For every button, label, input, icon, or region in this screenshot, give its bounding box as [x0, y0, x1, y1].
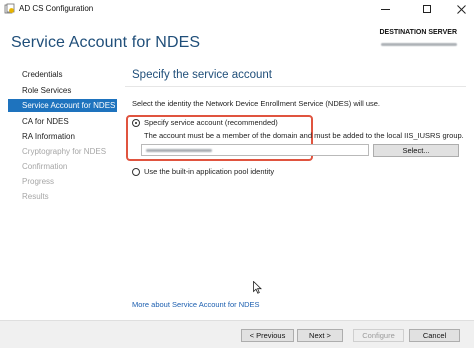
minimize-icon	[380, 8, 390, 10]
builtin-identity-label[interactable]: Use the built-in application pool identi…	[144, 167, 274, 176]
next-button[interactable]: Next >	[297, 329, 343, 342]
title-divider	[125, 86, 466, 87]
maximize-button[interactable]	[412, 0, 442, 18]
account-name-redacted	[146, 149, 212, 152]
previous-button[interactable]: < Previous	[241, 329, 294, 342]
cancel-button[interactable]: Cancel	[409, 329, 460, 342]
wizard-content: Specify the service account Select the i…	[118, 64, 474, 320]
ad-cs-icon	[4, 3, 15, 14]
service-account-field[interactable]	[141, 144, 369, 156]
sidebar-item-results: Results	[22, 192, 49, 201]
account-requirement-note: The account must be a member of the doma…	[144, 131, 464, 140]
sidebar-item-cryptography: Cryptography for NDES	[22, 147, 107, 156]
sidebar-item-role-services[interactable]: Role Services	[8, 84, 117, 97]
section-title: Specify the service account	[132, 69, 272, 81]
close-icon	[456, 4, 466, 14]
maximize-icon	[423, 5, 431, 13]
window-title: AD CS Configuration	[19, 4, 94, 13]
sidebar-item-confirmation: Confirmation	[22, 162, 68, 171]
specify-account-label[interactable]: Specify service account (recommended)	[144, 118, 278, 127]
minimize-button[interactable]	[370, 0, 400, 18]
sidebar-item-ra-information[interactable]: RA Information	[8, 130, 117, 143]
sidebar-item-ca-for-ndes[interactable]: CA for NDES	[8, 115, 117, 128]
sidebar-item-credentials[interactable]: Credentials	[8, 68, 117, 81]
page-title: Service Account for NDES	[11, 34, 201, 51]
sidebar-item-service-account[interactable]: Service Account for NDES	[8, 99, 117, 112]
builtin-identity-radio[interactable]	[132, 168, 140, 176]
destination-server-name-redacted	[381, 40, 457, 49]
configure-button: Configure	[353, 329, 404, 342]
wizard-header: Service Account for NDES DESTINATION SER…	[0, 18, 474, 64]
window-titlebar: AD CS Configuration	[0, 0, 474, 18]
destination-server-label: DESTINATION SERVER	[379, 29, 457, 36]
sidebar-item-progress: Progress	[22, 177, 55, 186]
close-button[interactable]	[446, 0, 474, 18]
instruction-text: Select the identity the Network Device E…	[132, 99, 381, 108]
specify-account-radio[interactable]	[132, 119, 140, 127]
more-about-link[interactable]: More about Service Account for NDES	[132, 300, 260, 309]
wizard-footer: < Previous Next > Configure Cancel	[0, 320, 474, 348]
mouse-cursor-icon	[253, 281, 262, 294]
select-account-button[interactable]: Select...	[373, 144, 459, 157]
